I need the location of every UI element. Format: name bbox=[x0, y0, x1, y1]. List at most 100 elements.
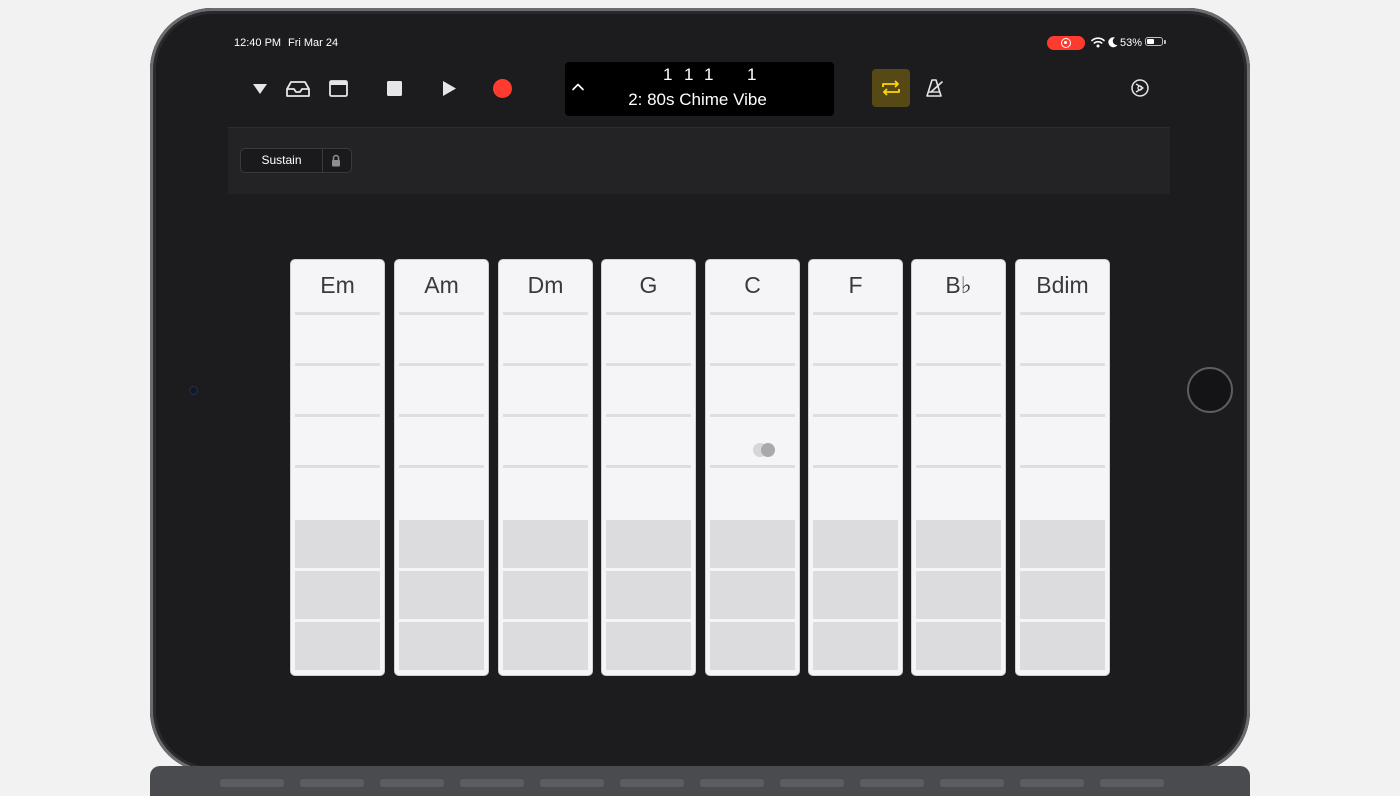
chord-zone-divider bbox=[503, 414, 588, 417]
chord-label: B♭ bbox=[945, 272, 972, 298]
chord-zone-divider bbox=[503, 312, 588, 315]
chord-label: Bdim bbox=[1036, 272, 1089, 298]
bass-zone[interactable] bbox=[1020, 520, 1105, 568]
chord-zone-divider bbox=[399, 312, 484, 315]
bass-zone[interactable] bbox=[295, 622, 380, 670]
bass-zone[interactable] bbox=[399, 571, 484, 619]
bass-zone[interactable] bbox=[606, 520, 691, 568]
chord-label: Em bbox=[320, 272, 355, 298]
bass-zone[interactable] bbox=[295, 571, 380, 619]
chord-strip-dm[interactable]: Dm bbox=[498, 259, 593, 676]
bass-zone[interactable] bbox=[916, 520, 1001, 568]
status-date: Fri Mar 24 bbox=[288, 37, 339, 49]
bass-zone[interactable] bbox=[399, 622, 484, 670]
tracks-view-icon[interactable] bbox=[329, 80, 348, 97]
status-bar: 12:40 PM Fri Mar 24 53% bbox=[228, 33, 1170, 55]
sustain-button[interactable]: Sustain bbox=[240, 148, 352, 173]
keyboard-key bbox=[460, 779, 524, 787]
battery-level-fill bbox=[1147, 39, 1154, 44]
chord-zone-divider bbox=[710, 312, 795, 315]
bass-zone[interactable] bbox=[503, 622, 588, 670]
chord-strip-c[interactable]: C bbox=[705, 259, 800, 676]
bass-zone[interactable] bbox=[503, 520, 588, 568]
bass-zone[interactable] bbox=[606, 622, 691, 670]
chord-zone-divider bbox=[1020, 414, 1105, 417]
bass-zone[interactable] bbox=[813, 571, 898, 619]
keyboard-key bbox=[300, 779, 364, 787]
chord-zone-divider bbox=[606, 465, 691, 468]
chord-strip-bdim[interactable]: Bdim bbox=[1015, 259, 1110, 676]
chord-zone-divider bbox=[1020, 465, 1105, 468]
bass-zone[interactable] bbox=[916, 622, 1001, 670]
chord-strip-b-flat[interactable]: B♭ bbox=[911, 259, 1006, 676]
keyboard-key bbox=[1020, 779, 1084, 787]
chord-zone-divider bbox=[916, 414, 1001, 417]
chord-zone-divider bbox=[710, 465, 795, 468]
chord-zone-divider bbox=[399, 414, 484, 417]
keyboard-key bbox=[540, 779, 604, 787]
chord-zone-divider bbox=[295, 414, 380, 417]
bass-zone[interactable] bbox=[503, 571, 588, 619]
bass-zone[interactable] bbox=[710, 622, 795, 670]
chord-zone-divider bbox=[399, 363, 484, 366]
chord-strips-area: Em Am Dm G C F B♭ Bdim bbox=[228, 194, 1170, 743]
keyboard-key bbox=[380, 779, 444, 787]
stop-icon[interactable] bbox=[387, 81, 402, 96]
chord-zone-divider bbox=[606, 363, 691, 366]
bass-zone[interactable] bbox=[1020, 571, 1105, 619]
browser-icon[interactable] bbox=[286, 81, 310, 97]
play-icon[interactable] bbox=[442, 80, 457, 97]
chord-zone-divider bbox=[710, 363, 795, 366]
chord-zone-divider bbox=[606, 312, 691, 315]
track-menu-icon[interactable] bbox=[252, 83, 268, 95]
chord-zone-divider bbox=[606, 414, 691, 417]
metronome-icon[interactable] bbox=[925, 78, 945, 98]
chord-zone-divider bbox=[503, 465, 588, 468]
chord-zone-divider bbox=[813, 465, 898, 468]
battery-icon bbox=[1145, 37, 1163, 46]
chord-zone-divider bbox=[399, 465, 484, 468]
screen-recording-icon[interactable] bbox=[1047, 36, 1085, 50]
cycle-icon[interactable] bbox=[880, 79, 902, 97]
keyboard-key bbox=[860, 779, 924, 787]
chord-zone-divider bbox=[1020, 312, 1105, 315]
chord-zone-divider bbox=[1020, 363, 1105, 366]
lcd-beat: 1 bbox=[684, 65, 694, 84]
home-button[interactable] bbox=[1187, 367, 1233, 413]
chord-label: C bbox=[744, 272, 761, 298]
bass-zone[interactable] bbox=[813, 520, 898, 568]
chord-label: Dm bbox=[527, 272, 564, 298]
record-icon[interactable] bbox=[493, 79, 512, 98]
status-time: 12:40 PM bbox=[234, 37, 282, 49]
bass-zone[interactable] bbox=[710, 520, 795, 568]
chord-zone-divider bbox=[916, 465, 1001, 468]
bass-zone[interactable] bbox=[710, 571, 795, 619]
bass-zone[interactable] bbox=[813, 622, 898, 670]
bass-zone[interactable] bbox=[606, 571, 691, 619]
chord-strip-g[interactable]: G bbox=[601, 259, 696, 676]
control-bar: 1 1 1 1 2: 80s Chime Vibe bbox=[228, 55, 1170, 128]
lcd-tick: 1 bbox=[747, 65, 757, 84]
battery-cap bbox=[1164, 40, 1166, 44]
bass-zone[interactable] bbox=[399, 520, 484, 568]
bass-zone[interactable] bbox=[916, 571, 1001, 619]
bass-zone[interactable] bbox=[295, 520, 380, 568]
chord-zone-divider bbox=[503, 363, 588, 366]
chord-zone-divider bbox=[813, 312, 898, 315]
chord-strip-am[interactable]: Am bbox=[394, 259, 489, 676]
song-title: 2: 80s Chime Vibe bbox=[628, 90, 767, 109]
chord-label: F bbox=[848, 272, 863, 298]
bass-zone[interactable] bbox=[1020, 622, 1105, 670]
keyboard-key bbox=[620, 779, 684, 787]
chord-zone-divider bbox=[295, 363, 380, 366]
lcd-bar: 1 bbox=[663, 65, 673, 84]
keyboard-key bbox=[780, 779, 844, 787]
lcd-display[interactable]: 1 1 1 1 2: 80s Chime Vibe bbox=[565, 62, 834, 116]
chord-zone-divider bbox=[813, 414, 898, 417]
lock-icon[interactable] bbox=[330, 154, 342, 167]
chord-zone-divider bbox=[295, 312, 380, 315]
chord-zone-divider bbox=[710, 414, 795, 417]
chord-strip-em[interactable]: Em bbox=[290, 259, 385, 676]
chord-strip-f[interactable]: F bbox=[808, 259, 903, 676]
settings-icon[interactable] bbox=[1130, 78, 1150, 98]
